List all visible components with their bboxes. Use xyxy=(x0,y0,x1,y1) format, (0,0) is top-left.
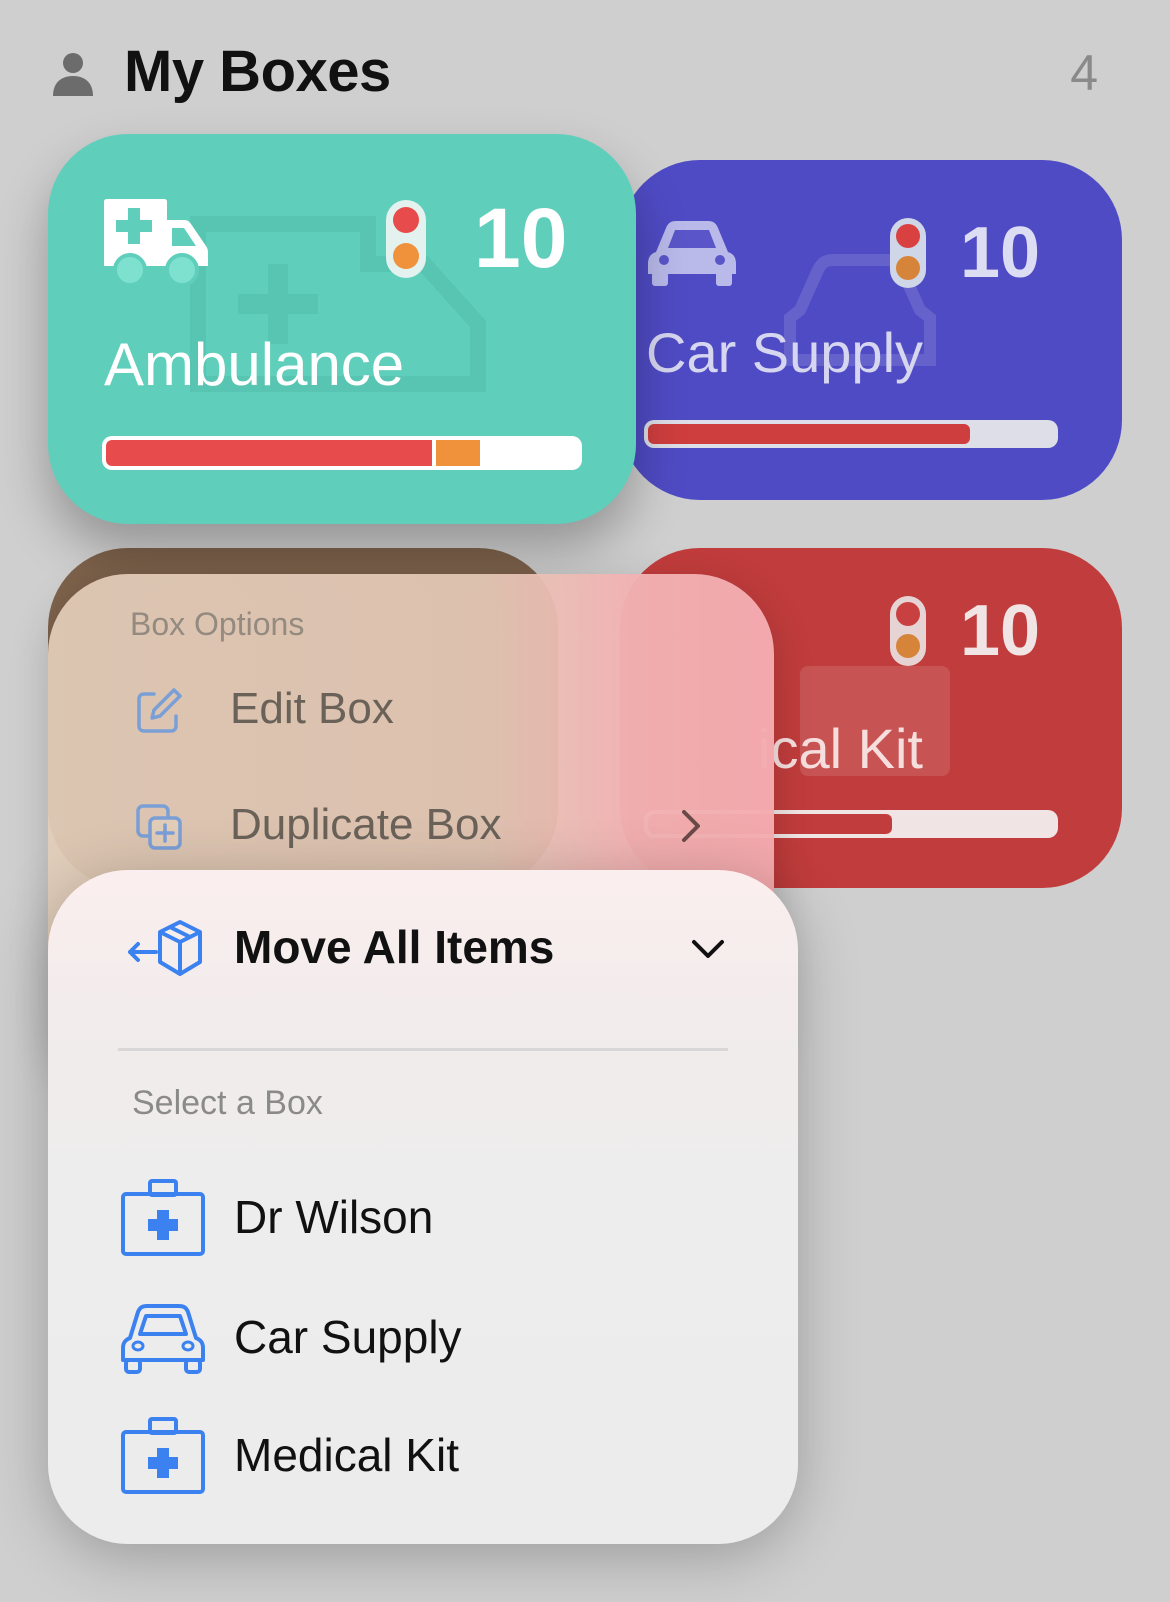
menu-divider xyxy=(118,1048,728,1051)
status-light-icon xyxy=(386,200,426,278)
menu-section-title: Select a Box xyxy=(132,1084,323,1122)
box-name: Ambulance xyxy=(104,331,405,398)
menu-item-label: Duplicate Box xyxy=(230,800,502,849)
car-icon xyxy=(121,1304,205,1374)
stock-bar-warning xyxy=(436,440,480,466)
medical-kit-icon xyxy=(121,1179,205,1256)
box-card-car-supply[interactable]: 10 Car Supply xyxy=(620,160,1122,500)
item-count: 10 xyxy=(960,213,1041,293)
stock-bar-critical xyxy=(106,440,432,466)
move-all-items-label: Move All Items xyxy=(234,921,555,973)
item-count: 10 xyxy=(474,191,568,285)
stock-bar xyxy=(644,420,1058,448)
box-card-ambulance[interactable]: 10 Ambulance xyxy=(48,134,636,524)
menu-section-title: Box Options xyxy=(130,606,305,642)
edit-icon xyxy=(137,688,182,733)
box-name: ical Kit xyxy=(758,717,923,780)
chevron-right-icon xyxy=(682,810,700,842)
medical-kit-icon xyxy=(121,1417,205,1494)
move-target-dr-wilson[interactable]: Dr Wilson xyxy=(48,1168,798,1268)
status-light-icon xyxy=(890,596,926,666)
page-title: My Boxes xyxy=(124,39,391,104)
chevron-down-icon xyxy=(692,940,724,958)
item-count: 10 xyxy=(960,591,1041,671)
menu-item-duplicate-box[interactable]: Duplicate Box xyxy=(48,788,774,868)
move-target-label: Dr Wilson xyxy=(234,1191,434,1243)
status-light-icon xyxy=(890,218,926,288)
move-target-label: Car Supply xyxy=(234,1311,462,1363)
person-icon[interactable] xyxy=(52,52,94,96)
move-target-car-supply[interactable]: Car Supply xyxy=(48,1288,798,1388)
move-box-icon xyxy=(128,920,202,976)
move-target-label: Medical Kit xyxy=(234,1429,459,1481)
duplicate-icon xyxy=(136,804,182,850)
ambulance-icon xyxy=(104,199,208,287)
box-count: 4 xyxy=(1070,45,1098,101)
car-icon xyxy=(648,221,736,286)
menu-item-label: Edit Box xyxy=(230,684,394,733)
menu-item-edit-box[interactable]: Edit Box xyxy=(48,672,774,752)
move-all-items-menu: Move All Items Select a Box Dr Wilson Ca… xyxy=(48,870,798,1544)
move-all-items-header[interactable]: Move All Items xyxy=(48,900,798,1000)
move-target-medical-kit[interactable]: Medical Kit xyxy=(48,1406,798,1506)
box-name: Car Supply xyxy=(646,321,924,384)
stock-bar xyxy=(102,436,582,470)
header: My Boxes 4 xyxy=(52,38,1098,112)
